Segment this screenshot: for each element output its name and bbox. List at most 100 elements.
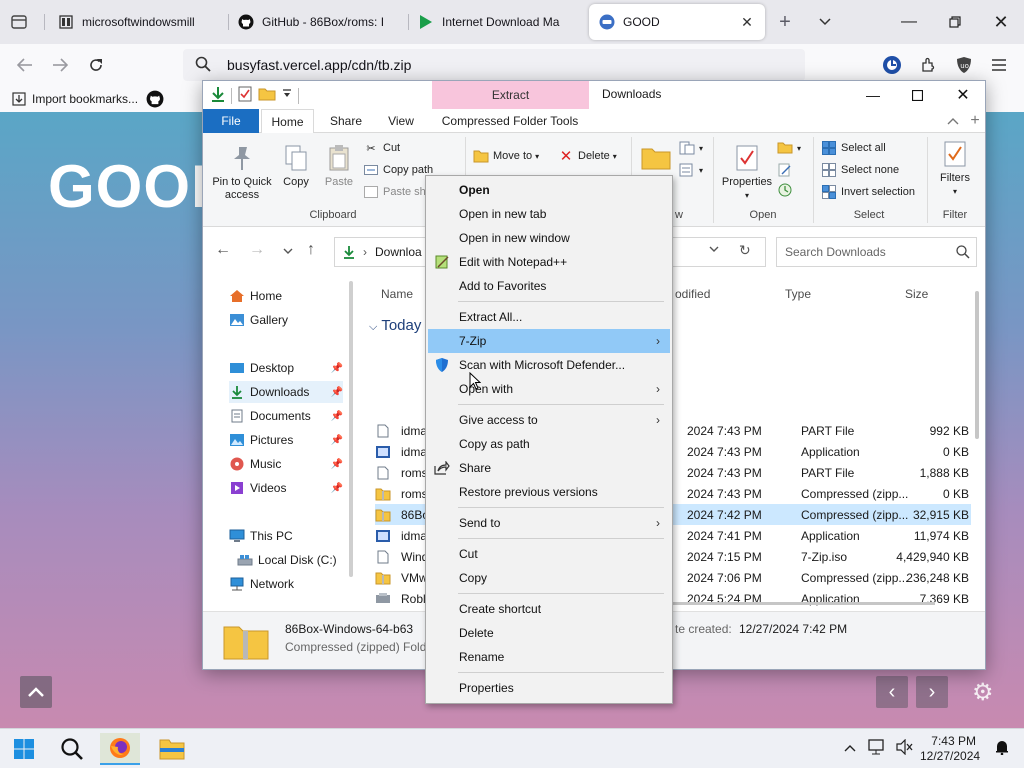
nav-pane-scrollbar[interactable] — [349, 281, 353, 577]
menu-item-copy-as-path[interactable]: Copy as path — [428, 432, 670, 456]
forward-icon[interactable] — [47, 52, 73, 78]
import-bookmarks-link[interactable]: Import bookmarks... — [32, 92, 138, 106]
select-all-button[interactable]: Select all — [821, 141, 886, 155]
help-pin-icon[interactable]: + — [965, 109, 985, 133]
minimize-icon[interactable]: — — [851, 83, 895, 107]
nav-item-home[interactable]: Home — [229, 285, 343, 307]
select-none-button[interactable]: Select none — [821, 163, 899, 177]
nav-item-downloads[interactable]: Downloads 📌 — [229, 381, 343, 403]
menu-item-open[interactable]: Open — [428, 178, 670, 202]
restore-icon[interactable] — [942, 9, 968, 35]
menu-item-extract-all[interactable]: Extract All... — [428, 305, 670, 329]
system-clock[interactable]: 7:43 PM 12/27/2024 — [920, 734, 980, 764]
menu-item-edit-with-notepad[interactable]: Edit with Notepad++ — [428, 250, 670, 274]
menu-icon[interactable] — [986, 52, 1012, 78]
paste-button[interactable]: Paste — [321, 143, 357, 189]
edit-button[interactable] — [777, 163, 797, 177]
file-list-horizontal-scrollbar[interactable] — [669, 602, 935, 605]
nav-item-network[interactable]: Network — [229, 573, 343, 595]
tab-file[interactable]: File — [203, 109, 259, 133]
menu-item-copy[interactable]: Copy — [428, 566, 670, 590]
menu-item-rename[interactable]: Rename — [428, 645, 670, 669]
up-icon[interactable]: ↑ — [307, 241, 315, 259]
cut-button[interactable]: ✂ Cut — [363, 141, 400, 155]
menu-item-give-access-to[interactable]: Give access to › — [428, 408, 670, 432]
invert-selection-button[interactable]: Invert selection — [821, 185, 915, 199]
nav-item-gallery[interactable]: Gallery — [229, 309, 343, 331]
group-header-today[interactable]: ⌵ Today — [369, 317, 421, 334]
recent-locations-icon[interactable] — [283, 245, 293, 257]
tab-view[interactable]: View — [379, 109, 423, 133]
easy-access-button[interactable]: ▾ — [679, 163, 703, 177]
forward-icon[interactable]: → — [249, 241, 265, 259]
nav-item-local-disk[interactable]: Local Disk (C:) — [237, 549, 351, 571]
nav-item-documents[interactable]: Documents 📌 — [229, 405, 343, 427]
nav-item-this-pc[interactable]: This PC — [229, 525, 343, 547]
ribbon-collapse-icon[interactable] — [943, 109, 963, 133]
column-header-size[interactable]: Size — [905, 287, 928, 301]
menu-item-share[interactable]: Share — [428, 456, 670, 480]
chevron-down-icon[interactable] — [709, 244, 719, 255]
properties-button[interactable]: Properties ▾ — [717, 143, 777, 202]
notification-bell-icon[interactable] — [994, 739, 1010, 758]
extensions-icon[interactable] — [915, 52, 941, 78]
previous-button[interactable]: ‹ — [876, 676, 908, 708]
menu-item-delete[interactable]: Delete — [428, 621, 670, 645]
tab-microsoftwindowsmill[interactable]: microsoftwindowsmill — [48, 4, 230, 40]
new-folder-button[interactable] — [639, 143, 673, 176]
maximize-icon[interactable] — [895, 83, 939, 107]
copy-button[interactable]: Copy — [279, 143, 313, 189]
menu-item-create-shortcut[interactable]: Create shortcut — [428, 597, 670, 621]
delete-button[interactable]: ✕ Delete ▾ — [558, 148, 617, 165]
close-icon[interactable]: ✕ — [941, 83, 985, 107]
tab-list-icon[interactable] — [6, 9, 32, 35]
speaker-muted-icon[interactable] — [896, 738, 914, 758]
file-explorer-icon[interactable] — [152, 733, 192, 765]
nav-item-desktop[interactable]: Desktop 📌 — [229, 357, 343, 379]
reload-icon[interactable] — [83, 52, 109, 78]
tab-share[interactable]: Share — [323, 109, 369, 133]
open-dropdown-button[interactable]: ▾ — [777, 141, 801, 155]
tab-internet-download-manager[interactable]: Internet Download Ma — [408, 4, 584, 40]
back-icon[interactable]: ← — [215, 241, 231, 259]
menu-item-properties[interactable]: Properties — [428, 676, 670, 700]
new-folder-icon[interactable] — [258, 87, 276, 104]
account-icon[interactable] — [879, 52, 905, 78]
extract-context-tab[interactable]: Extract — [432, 81, 589, 109]
column-header-type[interactable]: Type — [785, 287, 811, 301]
menu-item-restore-previous-versions[interactable]: Restore previous versions — [428, 480, 670, 504]
pin-quick-access-button[interactable]: Pin to Quick access — [209, 143, 275, 202]
url-bar[interactable]: busyfast.vercel.app/cdn/tb.zip — [183, 49, 805, 81]
search-icon[interactable] — [52, 733, 92, 765]
ublock-shield-icon[interactable]: uo — [951, 52, 977, 78]
close-icon[interactable]: ✕ — [739, 14, 755, 31]
menu-item-cut[interactable]: Cut — [428, 542, 670, 566]
nav-item-videos[interactable]: Videos 📌 — [229, 477, 343, 499]
tab-home[interactable]: Home — [261, 109, 314, 134]
search-input[interactable]: Search Downloads — [776, 237, 977, 267]
download-arrow-icon[interactable] — [211, 86, 225, 105]
column-header-date-modified[interactable]: odified — [675, 287, 710, 301]
properties-check-icon[interactable] — [238, 86, 252, 105]
gear-icon[interactable]: ⚙ — [972, 678, 994, 707]
start-windows-icon[interactable] — [4, 733, 44, 765]
qat-dropdown-icon[interactable] — [282, 88, 292, 103]
nav-item-music[interactable]: Music 📌 — [229, 453, 343, 475]
new-item-button[interactable]: ▾ — [679, 141, 703, 155]
menu-item-open-in-new-tab[interactable]: Open in new tab — [428, 202, 670, 226]
history-button[interactable] — [777, 183, 797, 197]
menu-item-open-in-new-window[interactable]: Open in new window — [428, 226, 670, 250]
firefox-icon[interactable] — [100, 733, 140, 765]
next-button[interactable]: › — [916, 676, 948, 708]
scroll-up-button[interactable] — [20, 676, 52, 708]
close-window-icon[interactable]: ✕ — [988, 9, 1014, 35]
menu-item-open-with[interactable]: Open with › — [428, 377, 670, 401]
chevron-up-icon[interactable] — [844, 739, 856, 755]
nav-item-pictures[interactable]: Pictures 📌 — [229, 429, 343, 451]
minimize-icon[interactable]: — — [896, 9, 922, 35]
filters-button[interactable]: Filters ▾ — [931, 139, 979, 198]
file-list-scrollbar[interactable] — [975, 291, 979, 439]
menu-item-add-to-favorites[interactable]: Add to Favorites — [428, 274, 670, 298]
refresh-icon[interactable]: ↻ — [739, 242, 751, 259]
copy-path-button[interactable]: Copy path — [363, 163, 433, 177]
